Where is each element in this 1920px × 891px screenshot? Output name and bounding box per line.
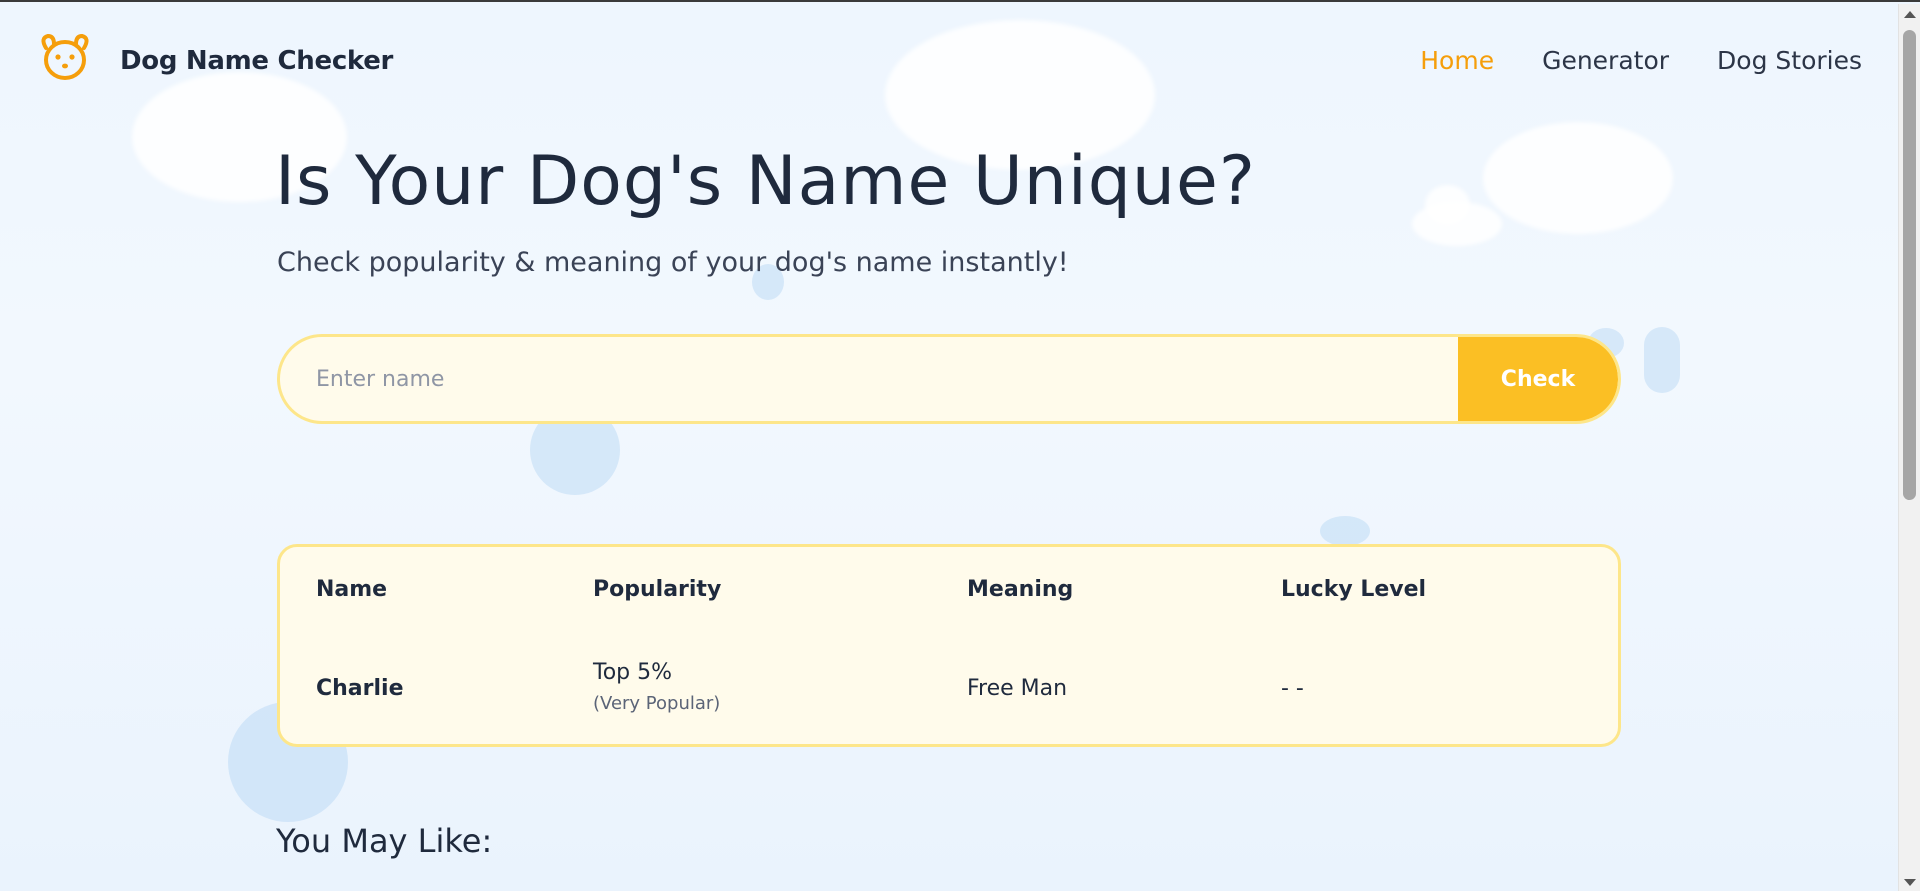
- result-popularity: Top 5%: [593, 660, 673, 685]
- header-popularity: Popularity: [593, 577, 722, 602]
- result-lucky-level: - -: [1281, 676, 1304, 701]
- scroll-up-icon[interactable]: [1904, 11, 1916, 18]
- header-name: Name: [316, 577, 388, 602]
- cloud-decoration: [1425, 185, 1470, 225]
- hero-subtitle: Check popularity & meaning of your dog's…: [277, 247, 1069, 278]
- result-meaning: Free Man: [967, 676, 1068, 701]
- result-name: Charlie: [316, 676, 404, 701]
- dog-face-icon[interactable]: [38, 30, 92, 84]
- hero-title: Is Your Dog's Name Unique?: [275, 142, 1256, 221]
- brand-name[interactable]: Dog Name Checker: [120, 46, 393, 76]
- scroll-down-icon[interactable]: [1904, 879, 1916, 886]
- header-meaning: Meaning: [967, 577, 1074, 602]
- check-button[interactable]: Check: [1458, 337, 1618, 421]
- site-header: Dog Name Checker Home Generator Dog Stor…: [0, 2, 1898, 122]
- nav-dog-stories-link[interactable]: Dog Stories: [1717, 46, 1862, 75]
- bubble-decoration: [1320, 516, 1370, 546]
- page: Dog Name Checker Home Generator Dog Stor…: [0, 0, 1920, 891]
- nav-generator-link[interactable]: Generator: [1542, 46, 1669, 75]
- name-input[interactable]: [280, 337, 1465, 421]
- cloud-decoration: [1483, 122, 1673, 234]
- bubble-decoration: [1644, 327, 1680, 393]
- scrollbar-thumb[interactable]: [1903, 30, 1916, 500]
- main-nav: Home Generator Dog Stories: [1420, 46, 1862, 75]
- vertical-scrollbar[interactable]: [1898, 4, 1920, 891]
- result-card: Name Popularity Meaning Lucky Level Char…: [277, 544, 1621, 747]
- nav-home-link[interactable]: Home: [1420, 46, 1494, 75]
- recommendations-title: You May Like:: [276, 822, 493, 860]
- result-popularity-note: (Very Popular): [593, 693, 721, 714]
- name-search-form: Check: [277, 334, 1621, 424]
- header-lucky-level: Lucky Level: [1281, 577, 1427, 602]
